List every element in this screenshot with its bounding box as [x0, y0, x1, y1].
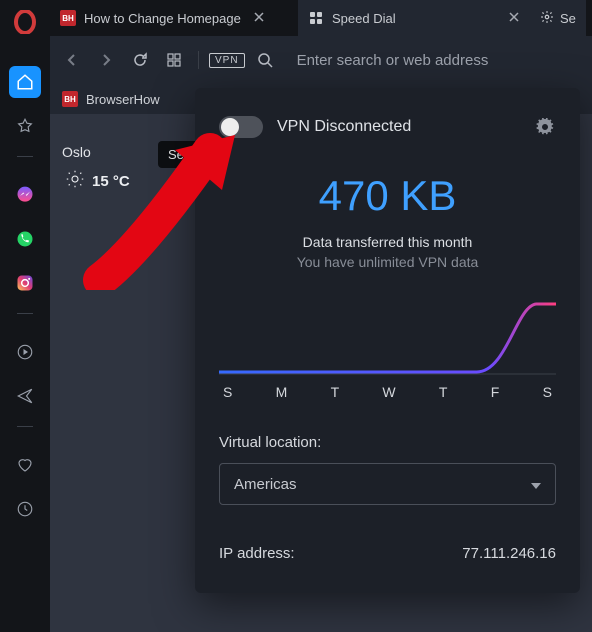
tab-settings[interactable]: Se [530, 0, 586, 36]
favicon-bh-icon: BH [62, 91, 78, 107]
sidebar-history-button[interactable] [9, 493, 41, 525]
chevron-down-icon [531, 476, 541, 493]
vpn-data-amount: 470 KB [219, 172, 556, 220]
opera-logo-icon[interactable] [11, 8, 39, 36]
toolbar-separator [198, 51, 199, 69]
navigation-toolbar: VPN Enter search or web address [50, 36, 592, 84]
vpn-location-label: Virtual location: [219, 434, 556, 451]
weather-city: Oslo [62, 144, 91, 160]
vpn-data-label: Data transferred this month [219, 234, 556, 250]
tab-title: Speed Dial [332, 11, 396, 26]
favicon-bh-icon: BH [60, 10, 76, 26]
vpn-data-sublabel: You have unlimited VPN data [219, 254, 556, 270]
day-label: M [276, 384, 288, 400]
vpn-ip-value: 77.111.246.16 [462, 545, 556, 562]
weather-widget[interactable]: Oslo [62, 144, 91, 160]
sidebar-instagram-button[interactable] [9, 267, 41, 299]
address-bar-placeholder[interactable]: Enter search or web address [297, 52, 489, 69]
vpn-settings-button[interactable] [534, 116, 556, 138]
speed-dial-grid-button[interactable] [160, 46, 188, 74]
sidebar-player-button[interactable] [9, 336, 41, 368]
tab-title: How to Change Homepage [84, 11, 241, 26]
reload-button[interactable] [126, 46, 154, 74]
gear-icon [540, 10, 554, 27]
close-icon[interactable] [253, 11, 265, 26]
weather-temp[interactable]: 15 °C [66, 170, 130, 192]
app-sidebar [0, 0, 50, 632]
tab-title: Se [560, 11, 576, 26]
tab-browserhow[interactable]: BH How to Change Homepage [50, 0, 298, 36]
sidebar-divider [17, 156, 33, 157]
sidebar-divider [17, 313, 33, 314]
tab-speed-dial[interactable]: Speed Dial [298, 0, 530, 36]
day-label: T [439, 384, 448, 400]
tab-bar: BH How to Change Homepage Speed Dial Se [50, 0, 592, 36]
day-label: S [223, 384, 232, 400]
vpn-location-value: Americas [234, 476, 297, 493]
sidebar-home-button[interactable] [9, 66, 41, 98]
sidebar-send-button[interactable] [9, 380, 41, 412]
sun-icon [66, 170, 84, 192]
vpn-popover: VPN Disconnected 470 KB Data transferred… [195, 88, 580, 593]
weather-temp-value: 15 °C [92, 173, 130, 190]
close-icon[interactable] [508, 11, 520, 26]
day-label: S [543, 384, 552, 400]
sidebar-favorites-button[interactable] [9, 110, 41, 142]
day-label: T [331, 384, 340, 400]
vpn-location-dropdown[interactable]: Americas [219, 463, 556, 505]
vpn-usage-graph [219, 298, 556, 376]
speed-dial-icon [308, 10, 324, 26]
vpn-ip-label: IP address: [219, 545, 295, 562]
vpn-status-label: VPN Disconnected [277, 118, 520, 136]
sidebar-heart-button[interactable] [9, 449, 41, 481]
bookmark-item[interactable]: BrowserHow [86, 92, 160, 107]
vpn-badge-button[interactable]: VPN [209, 53, 245, 68]
vpn-graph-days: S M T W T F S [219, 384, 556, 400]
day-label: F [491, 384, 500, 400]
search-button[interactable] [251, 46, 279, 74]
forward-button[interactable] [92, 46, 120, 74]
day-label: W [382, 384, 395, 400]
vpn-toggle[interactable] [219, 116, 263, 138]
sidebar-messenger-button[interactable] [9, 179, 41, 211]
back-button[interactable] [58, 46, 86, 74]
sidebar-divider [17, 426, 33, 427]
sidebar-whatsapp-button[interactable] [9, 223, 41, 255]
